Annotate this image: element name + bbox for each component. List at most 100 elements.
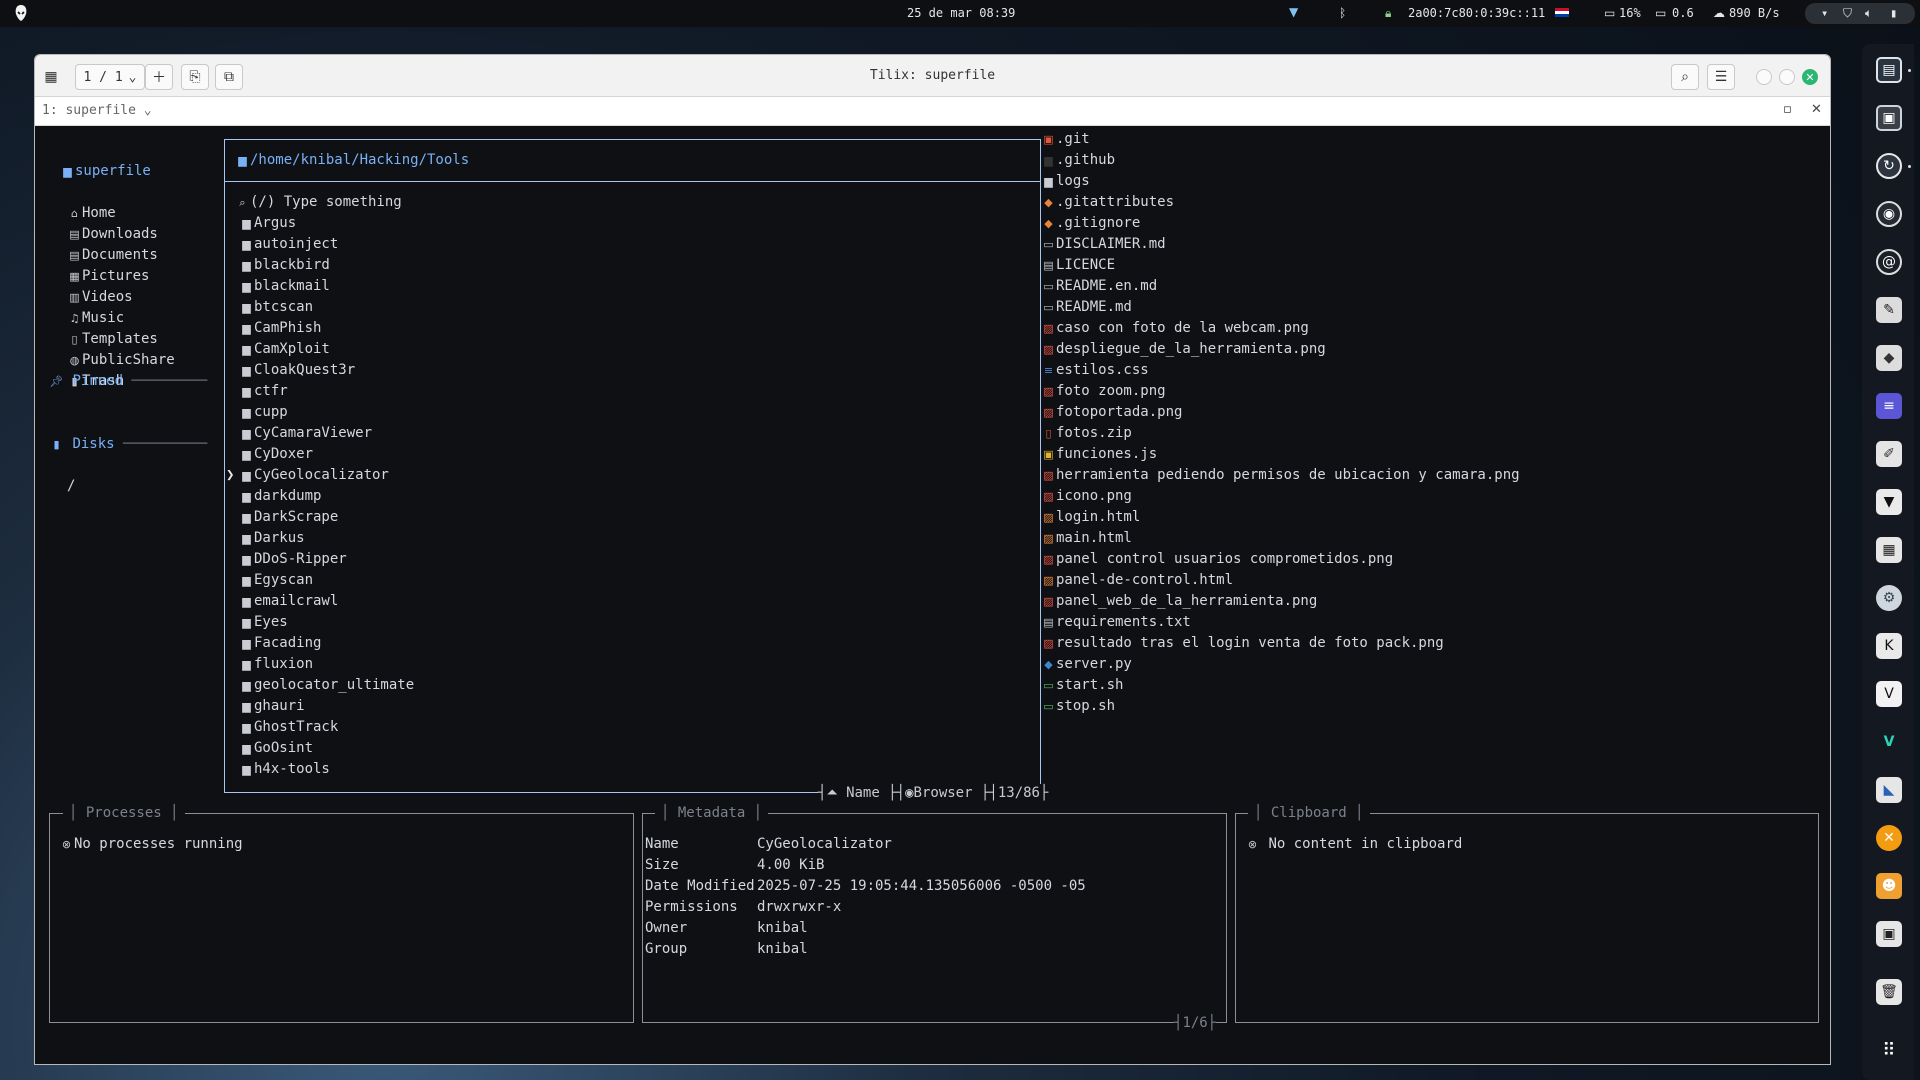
file-list-item[interactable]: ❯ ▆ CyGeolocalizator bbox=[226, 465, 389, 486]
file-list-item[interactable]: ▆ GoOsint bbox=[226, 738, 313, 759]
volume-icon[interactable]: 🔈︎ bbox=[1865, 6, 1872, 21]
preview-item[interactable]: ▨ fotoportada.png bbox=[1041, 402, 1182, 423]
preview-item[interactable]: ▭ README.md bbox=[1041, 297, 1132, 318]
file-list-item[interactable]: ▆ fluxion bbox=[226, 654, 313, 675]
disk-icon[interactable]: ◉ bbox=[1876, 201, 1902, 227]
preview-item[interactable]: ▨ login.html bbox=[1041, 507, 1140, 528]
file-list-item[interactable]: ▆ GhostTrack bbox=[226, 717, 338, 738]
preview-item[interactable]: ▨ panel_web_de_la_herramienta.png bbox=[1041, 591, 1317, 612]
file-list-item[interactable]: ▆ blackmail bbox=[226, 276, 330, 297]
preview-item[interactable]: ◆ .gitignore bbox=[1041, 213, 1140, 234]
sync-icon[interactable]: ↻ bbox=[1876, 153, 1902, 179]
terminal-tab-title[interactable]: 1: superfile ⌄ bbox=[42, 103, 152, 118]
settings-gear-icon[interactable]: ⚙ bbox=[1876, 585, 1902, 611]
file-list-item[interactable]: ▆ h4x-tools bbox=[226, 759, 330, 780]
sidebar-item-templates[interactable]: ▯ Templates bbox=[67, 329, 157, 350]
network-address[interactable]: 2a00:7c80:0:39c::11 bbox=[1408, 6, 1545, 20]
minimize-button[interactable] bbox=[1756, 69, 1772, 85]
preview-item[interactable]: ▆ .github bbox=[1041, 150, 1115, 171]
file-list-item[interactable]: ▆ Egyscan bbox=[226, 570, 313, 591]
screenshot-icon[interactable]: ▣ bbox=[1876, 921, 1902, 947]
file-list-item[interactable]: ▆ ctfr bbox=[226, 381, 287, 402]
system-tray[interactable]: ▾ ⛉ 🔈︎ ▮ bbox=[1805, 3, 1915, 24]
preview-item[interactable]: ▨ main.html bbox=[1041, 528, 1132, 549]
sort-label[interactable]: Name bbox=[846, 785, 880, 801]
preview-item[interactable]: ▨ panel-de-control.html bbox=[1041, 570, 1233, 591]
preview-item[interactable]: ▤ LICENCE bbox=[1041, 255, 1115, 276]
app-grid-icon[interactable]: ⠿ bbox=[1876, 1037, 1902, 1063]
battery-icon[interactable]: ▮ bbox=[1890, 6, 1897, 20]
calculator-icon[interactable]: ▦ bbox=[1876, 537, 1902, 563]
sidebar-item-home[interactable]: ⌂ Home bbox=[67, 203, 116, 224]
preview-item[interactable]: ▣ funciones.js bbox=[1041, 444, 1157, 465]
draw-icon[interactable]: ✐ bbox=[1876, 441, 1902, 467]
file-list-item[interactable]: ▆ CyDoxer bbox=[226, 444, 313, 465]
search-icon[interactable]: ⌕ bbox=[1671, 64, 1699, 90]
preview-item[interactable]: ▭ stop.sh bbox=[1041, 696, 1115, 717]
sidebar-item-pictures[interactable]: ▦ Pictures bbox=[67, 266, 149, 287]
preview-item[interactable]: ▨ despliegue_de_la_herramienta.png bbox=[1041, 339, 1325, 360]
search-input[interactable]: ⌕ (/) Type something bbox=[235, 192, 401, 213]
notes-icon[interactable]: ≡ bbox=[1876, 393, 1902, 419]
file-list-item[interactable]: ▆ Darkus bbox=[226, 528, 304, 549]
sidebar-item-music[interactable]: ♫ Music bbox=[67, 308, 125, 329]
shield-icon[interactable]: ⛉ bbox=[1843, 6, 1852, 21]
preview-item[interactable]: ▭ DISCLAIMER.md bbox=[1041, 234, 1165, 255]
bluetooth-icon[interactable]: ᛒ bbox=[1339, 6, 1346, 20]
tiger-app-icon[interactable]: ☻ bbox=[1876, 873, 1902, 899]
file-list-item[interactable]: ▆ CloakQuest3r bbox=[226, 360, 355, 381]
wifi-icon[interactable]: ▾ bbox=[1821, 6, 1828, 20]
preview-item[interactable]: ◆ server.py bbox=[1041, 654, 1132, 675]
preview-item[interactable]: ≡ estilos.css bbox=[1041, 360, 1149, 381]
preview-item[interactable]: ▯ fotos.zip bbox=[1041, 423, 1131, 444]
system-load[interactable]: 0.6 bbox=[1672, 6, 1694, 20]
maximize-terminal-icon[interactable]: ▫ bbox=[1783, 102, 1792, 117]
mode-label[interactable]: Browser bbox=[914, 785, 973, 801]
sidebar-item-publicshare[interactable]: ◍ PublicShare bbox=[67, 350, 175, 371]
file-list-item[interactable]: ▆ CamPhish bbox=[226, 318, 321, 339]
close-terminal-icon[interactable]: ✕ bbox=[1811, 102, 1822, 117]
clock[interactable]: 25 de mar 08:39 bbox=[907, 6, 1015, 20]
file-list-item[interactable]: ▆ Argus bbox=[226, 213, 296, 234]
file-list-item[interactable]: ▆ btcscan bbox=[226, 297, 313, 318]
preview-item[interactable]: ▆ logs bbox=[1041, 171, 1089, 192]
preview-item[interactable]: ▨ icono.png bbox=[1041, 486, 1132, 507]
file-list-item[interactable]: ▆ blackbird bbox=[226, 255, 330, 276]
vpn-shield-icon[interactable]: ▼ bbox=[1289, 5, 1298, 19]
preview-item[interactable]: ▨ foto zoom.png bbox=[1041, 381, 1165, 402]
at-sign-icon[interactable]: @ bbox=[1876, 249, 1902, 275]
kali-tool-icon[interactable]: K bbox=[1876, 633, 1902, 659]
preview-item[interactable]: ▨ resultado tras el login venta de foto p… bbox=[1041, 633, 1443, 654]
file-list-item[interactable]: ▆ DarkScrape bbox=[226, 507, 338, 528]
file-list-item[interactable]: ▆ autoinject bbox=[226, 234, 338, 255]
vscode-icon[interactable]: ◣ bbox=[1876, 777, 1902, 803]
preview-item[interactable]: ▭ start.sh bbox=[1041, 675, 1123, 696]
xampp-icon[interactable]: ✕ bbox=[1876, 825, 1902, 851]
window-manager-icon[interactable]: ▣ bbox=[1876, 105, 1902, 131]
preview-item[interactable]: ▨ herramienta pediendo permisos de ubicac… bbox=[1041, 465, 1519, 486]
maximize-button[interactable] bbox=[1779, 69, 1795, 85]
vim-icon[interactable]: V bbox=[1876, 681, 1902, 707]
file-list-item[interactable]: ▆ ghauri bbox=[226, 696, 304, 717]
file-list-item[interactable]: ▆ DDoS-Ripper bbox=[226, 549, 346, 570]
preview-item[interactable]: ◆ .gitattributes bbox=[1041, 192, 1174, 213]
sidebar-item-videos[interactable]: ▥ Videos bbox=[67, 287, 132, 308]
preview-item[interactable]: ▣ .git bbox=[1041, 129, 1089, 150]
file-list-item[interactable]: ▆ cupp bbox=[226, 402, 287, 423]
tilix-terminal-icon[interactable]: ▤ bbox=[1876, 57, 1902, 83]
cpu-usage[interactable]: 16% bbox=[1619, 6, 1641, 20]
file-list-item[interactable]: ▆ darkdump bbox=[226, 486, 321, 507]
preview-item[interactable]: ▤ requirements.txt bbox=[1041, 612, 1191, 633]
menu-icon[interactable]: ☰ bbox=[1707, 64, 1735, 90]
preview-item[interactable]: ▭ README.en.md bbox=[1041, 276, 1157, 297]
preview-item[interactable]: ▨ panel control usuarios comprometidos.pn… bbox=[1041, 549, 1393, 570]
sidebar-item-documents[interactable]: ▤ Documents bbox=[67, 245, 158, 266]
sidebar-item-downloads[interactable]: ▤ Downloads bbox=[67, 224, 158, 245]
network-speed[interactable]: 890 B/s bbox=[1729, 6, 1780, 20]
trash-dock-icon[interactable]: 🗑︎ bbox=[1876, 979, 1902, 1005]
file-list-item[interactable]: ▆ CamXploit bbox=[226, 339, 330, 360]
close-window-button[interactable]: ✕ bbox=[1802, 69, 1818, 85]
color-picker-icon[interactable]: ◆ bbox=[1876, 345, 1902, 371]
file-list-item[interactable]: ▆ CyCamaraViewer bbox=[226, 423, 372, 444]
download-manager-icon[interactable]: ▼ bbox=[1876, 489, 1902, 515]
